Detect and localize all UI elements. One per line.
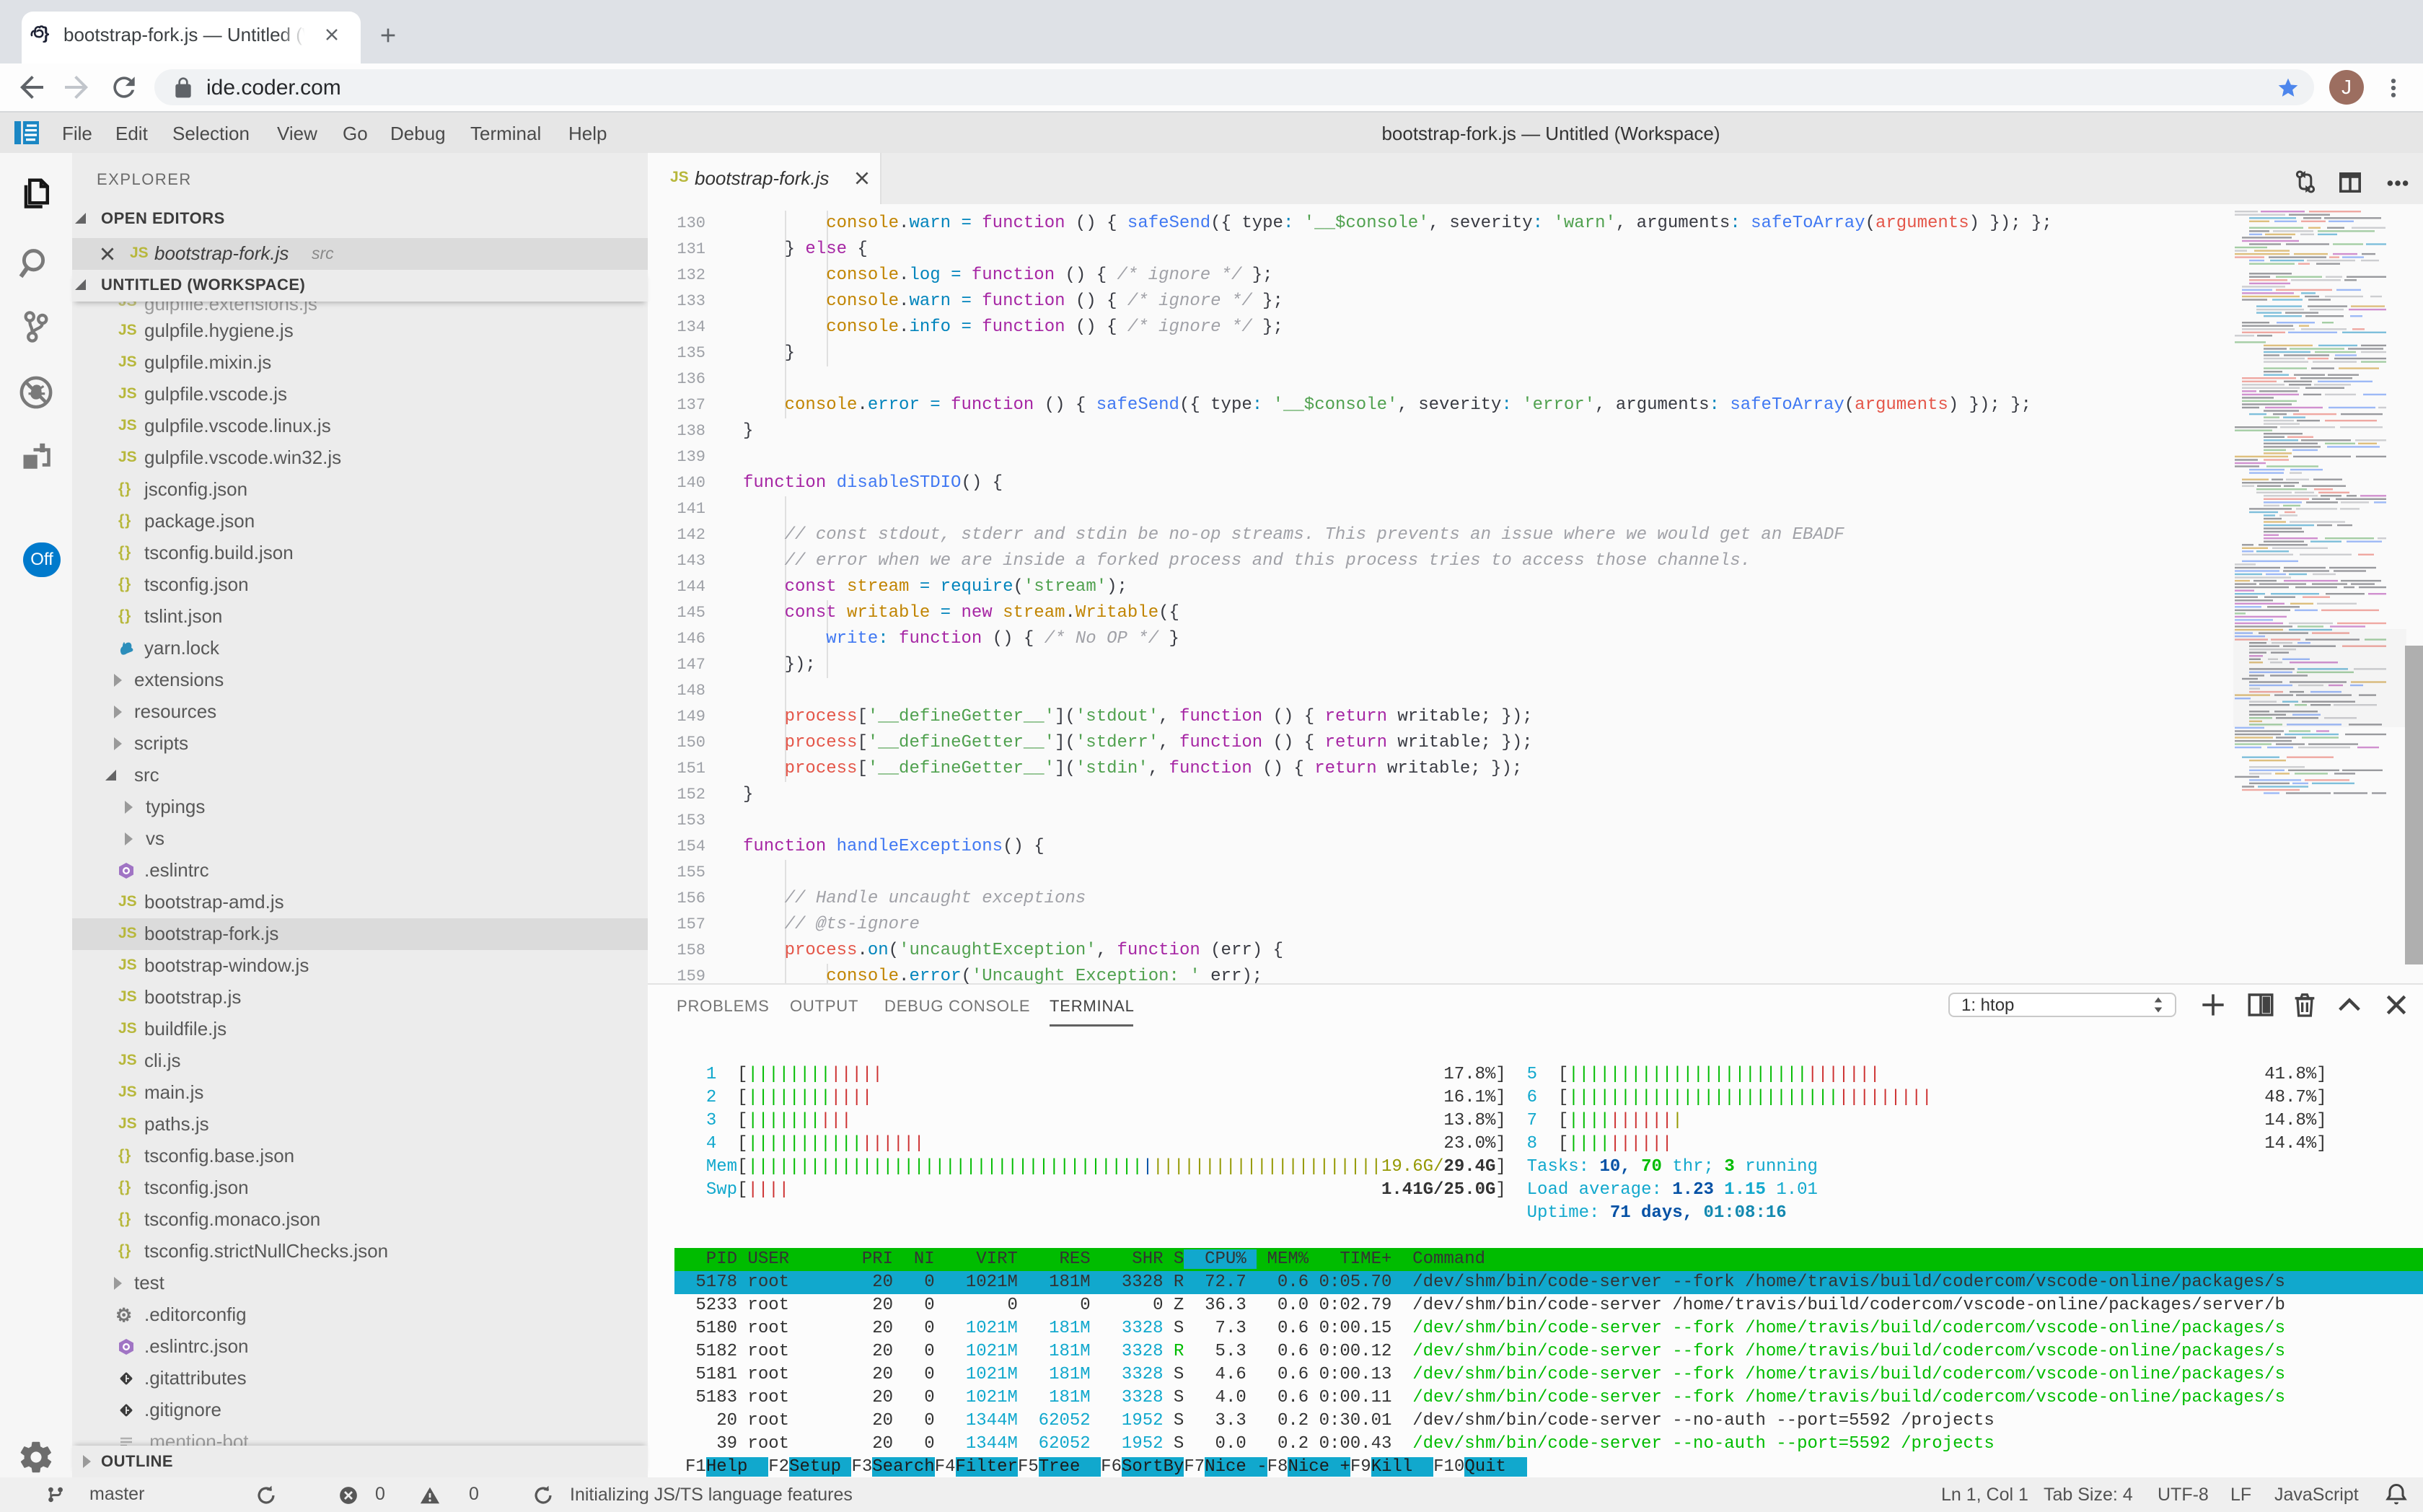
- svg-text:}: }: [43, 25, 49, 43]
